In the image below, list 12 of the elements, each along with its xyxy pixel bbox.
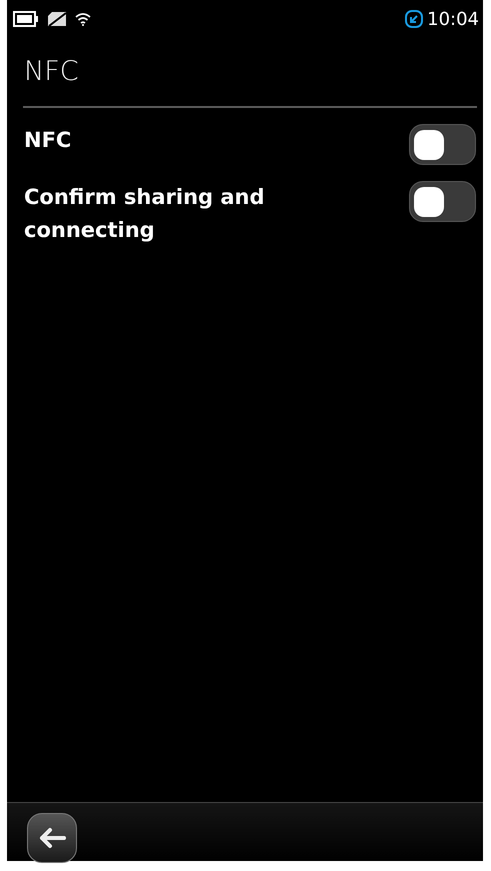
page-title: NFC <box>24 56 79 87</box>
setting-label: Confirm sharing and connecting <box>24 184 266 244</box>
toggle-switch[interactable] <box>409 124 476 165</box>
wifi-icon <box>75 12 91 26</box>
connection-icon <box>405 10 424 28</box>
clock: 10:04 <box>427 8 479 32</box>
back-button[interactable] <box>27 813 77 863</box>
battery-icon <box>13 11 39 27</box>
back-arrow-icon <box>38 827 66 849</box>
no-sim-icon <box>47 11 67 27</box>
setting-label: NFC <box>24 127 72 154</box>
toggle-switch[interactable] <box>409 181 476 222</box>
